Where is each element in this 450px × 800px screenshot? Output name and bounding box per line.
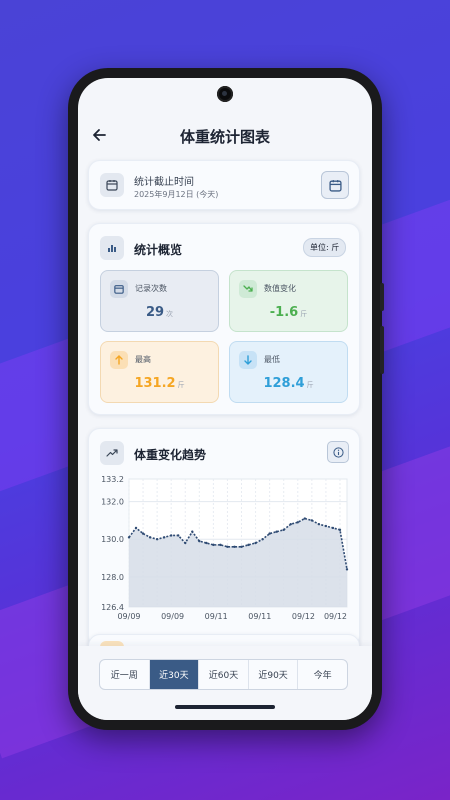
tab-this-year[interactable]: 今年 (298, 660, 347, 689)
info-icon (332, 446, 344, 458)
calendar-icon (328, 179, 342, 192)
overview-card: 统计概览 单位: 斤 记录次数 29 次 数值变化 -1.6 斤 最高 131.… (88, 223, 360, 415)
weight-trend-chart: 133.2132.0130.0128.0126.409/09 09/09 09/11… (101, 475, 349, 621)
stat-value: 131.2 (134, 376, 176, 391)
x-tick-label: 09/11 (248, 612, 271, 621)
data-point (282, 528, 285, 532)
data-point (219, 543, 222, 547)
data-point (212, 543, 215, 547)
power-button (380, 326, 384, 374)
date-picker-button[interactable] (321, 171, 349, 199)
trend-down-icon (239, 280, 257, 298)
stat-card-count: 记录次数 29 次 (100, 270, 219, 332)
x-tick-label: 09/11 (205, 612, 228, 621)
data-point (198, 539, 201, 543)
front-camera (217, 86, 233, 102)
data-point (177, 534, 180, 537)
stat-card-max: 最高 131.2 斤 (100, 341, 219, 403)
unit-badge: 单位: 斤 (303, 238, 347, 257)
data-point (141, 532, 145, 535)
y-tick-label: 126.4 (101, 603, 124, 612)
y-tick-label: 130.0 (101, 535, 124, 544)
date-card: 统计截止时间 2025年9月12日 (今天) (88, 160, 360, 210)
stat-card-min: 最低 128.4 斤 (229, 341, 348, 403)
stat-label: 最高 (135, 355, 151, 364)
data-point (191, 530, 194, 533)
calendar-icon (110, 280, 128, 298)
phone-frame: 体重统计图表 统计截止时间 2025年9月12日 (今天) 统计概览 单位: 斤 (68, 68, 384, 730)
calendar-icon (100, 173, 124, 197)
stat-value-wrap: 29 次 (101, 305, 218, 320)
x-tick-label: 09/12 (324, 612, 347, 621)
data-point (240, 545, 243, 548)
bar-chart-icon (100, 236, 124, 260)
stat-value: 128.4 (263, 376, 305, 391)
stat-label: 数值变化 (264, 284, 296, 293)
x-tick-label: 09/09 (161, 612, 184, 621)
range-tab-bar: 近一周 近30天 近60天 近90天 今年 (99, 659, 348, 690)
stat-value-wrap: 128.4 斤 (230, 376, 347, 391)
y-tick-label: 128.0 (101, 573, 124, 582)
stat-value-wrap: 131.2 斤 (101, 376, 218, 391)
data-point (162, 536, 166, 539)
arrow-up-icon (110, 351, 128, 369)
data-point (303, 517, 307, 520)
data-point (324, 524, 328, 528)
stat-value: 29 (145, 305, 165, 320)
data-point (148, 536, 152, 539)
y-tick-label: 133.2 (101, 475, 124, 484)
tab-60-days[interactable]: 近60天 (199, 660, 249, 689)
tab-30-days[interactable]: 近30天 (149, 660, 200, 689)
stat-value-wrap: -1.6 斤 (230, 305, 347, 320)
y-tick-label: 132.0 (101, 498, 124, 507)
data-point (310, 519, 314, 522)
arrow-down-icon (239, 351, 257, 369)
data-point (155, 538, 159, 541)
data-point (289, 522, 292, 526)
tab-week[interactable]: 近一周 (100, 660, 150, 689)
tab-90-days[interactable]: 近90天 (249, 660, 299, 689)
x-tick-label: 09/09 (117, 612, 140, 621)
data-point (233, 545, 236, 548)
stat-unit: 斤 (300, 310, 308, 318)
stat-unit: 次 (166, 310, 174, 318)
data-point (296, 521, 299, 524)
trend-card: 体重变化趋势 133.2 132.0 130.0 128.0 126.4 09/09 09/… (88, 428, 360, 648)
data-point (254, 541, 257, 545)
data-point (247, 543, 250, 547)
data-point (184, 541, 187, 545)
trend-up-icon (100, 441, 124, 465)
date-value: 2025年9月12日 (今天) (134, 190, 219, 199)
data-point (226, 545, 229, 548)
stat-label: 最低 (264, 355, 280, 364)
data-point (169, 534, 173, 537)
data-point (205, 541, 208, 545)
data-point (331, 526, 335, 530)
volume-button (380, 283, 384, 311)
stat-label: 记录次数 (135, 284, 167, 293)
data-point (338, 528, 342, 532)
trend-title: 体重变化趋势 (134, 448, 207, 462)
stat-unit: 斤 (177, 381, 185, 389)
home-indicator[interactable] (175, 705, 275, 709)
data-point (127, 536, 131, 539)
data-point (317, 522, 321, 526)
data-point (268, 532, 271, 535)
overview-title: 统计概览 (134, 243, 183, 257)
stat-value: -1.6 (269, 305, 299, 320)
data-point (134, 526, 138, 530)
info-button[interactable] (327, 441, 349, 463)
app-screen: 体重统计图表 统计截止时间 2025年9月12日 (今天) 统计概览 单位: 斤 (78, 78, 372, 720)
page-title: 体重统计图表 (179, 128, 270, 146)
top-bar: 体重统计图表 (78, 120, 372, 150)
date-label: 统计截止时间 (134, 177, 194, 188)
data-point (261, 538, 264, 541)
x-tick-label: 09/12 (292, 612, 315, 621)
data-point (275, 530, 278, 533)
stat-unit: 斤 (306, 381, 314, 389)
stat-card-change: 数值变化 -1.6 斤 (229, 270, 348, 332)
data-point (345, 568, 349, 571)
